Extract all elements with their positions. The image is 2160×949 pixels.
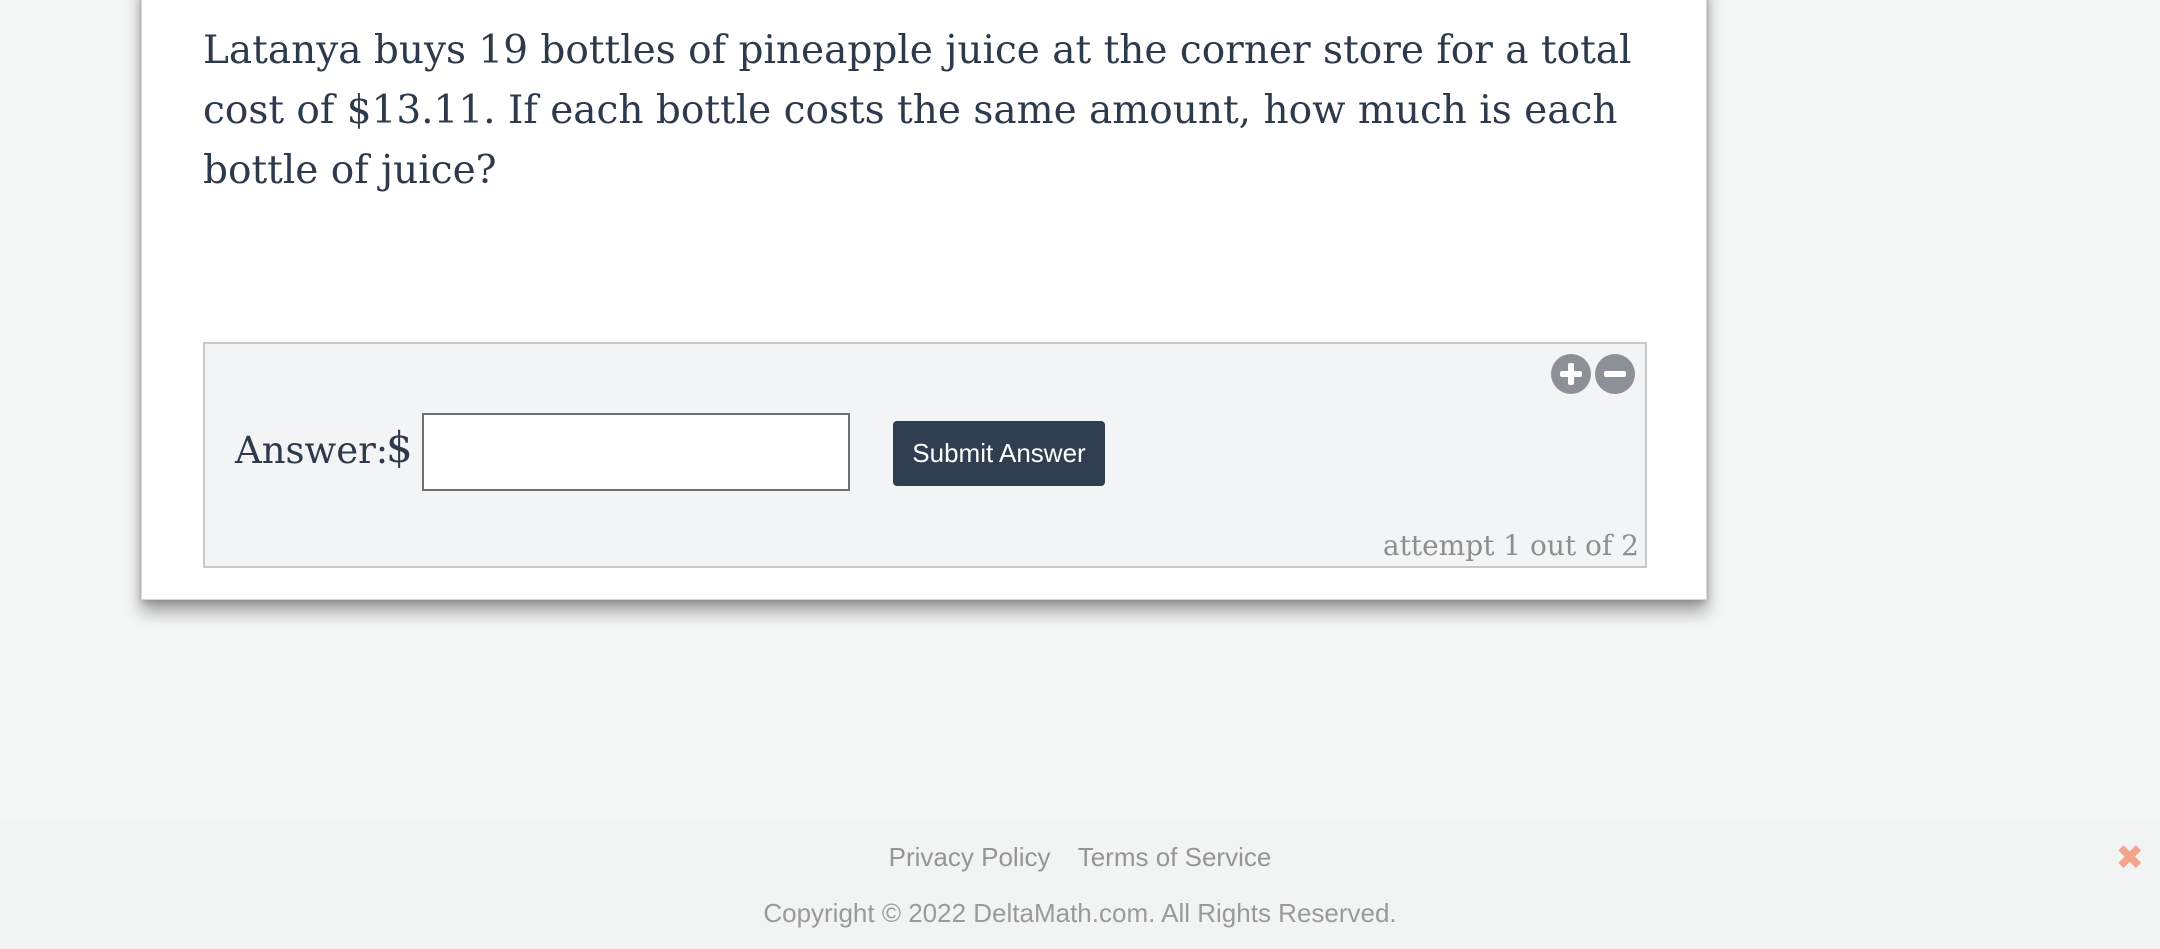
footer-links: Privacy Policy Terms of Service	[0, 842, 2160, 873]
zoom-out-icon[interactable]	[1595, 354, 1635, 394]
submit-answer-button[interactable]: Submit Answer	[893, 421, 1105, 486]
answer-panel: Answer: $ Submit Answer attempt 1 out of…	[203, 342, 1647, 568]
zoom-controls	[1551, 354, 1635, 394]
footer: Privacy Policy Terms of Service Copyrigh…	[0, 820, 2160, 949]
close-icon[interactable]: ✖	[2116, 838, 2145, 878]
answer-label: Answer:	[235, 429, 389, 472]
answer-input[interactable]	[422, 413, 850, 491]
privacy-policy-link[interactable]: Privacy Policy	[889, 842, 1051, 872]
copyright-text: Copyright © 2022 DeltaMath.com. All Righ…	[763, 898, 1397, 928]
dollar-sign: $	[386, 423, 413, 472]
attempt-counter: attempt 1 out of 2	[1382, 529, 1639, 562]
problem-card: Latanya buys 19 bottles of pineapple jui…	[141, 0, 1707, 600]
zoom-in-icon[interactable]	[1551, 354, 1591, 394]
question-text: Latanya buys 19 bottles of pineapple jui…	[203, 28, 1632, 193]
terms-of-service-link[interactable]: Terms of Service	[1078, 842, 1272, 872]
